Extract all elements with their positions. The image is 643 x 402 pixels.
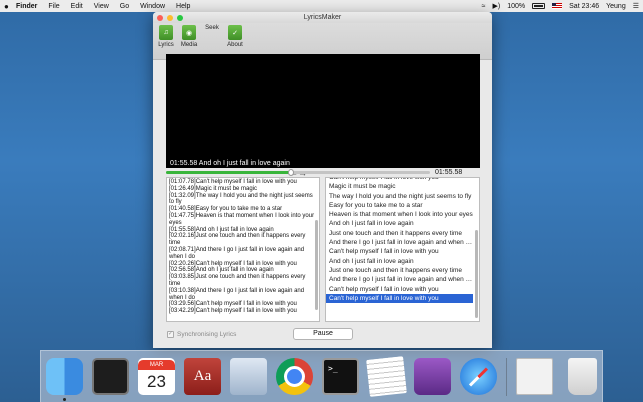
lyric-list-item[interactable]: Magic it must be magic: [326, 182, 473, 191]
lyrics-text-line: [01:40.58]Easy for you to take me to a s…: [169, 206, 283, 213]
menu-window[interactable]: Window: [140, 3, 165, 10]
lyric-list-item[interactable]: The way I hold you and the night just se…: [326, 192, 473, 201]
lyrics-text-line: [01:32.09]The way I hold you and the nig…: [169, 192, 313, 206]
lyrics-doc-icon: ♫: [159, 25, 173, 40]
battery-percent[interactable]: 100%: [507, 3, 525, 10]
lyric-list-scrollbar-thumb[interactable]: [475, 230, 478, 318]
lyric-list-item[interactable]: Can't help myself I fall in love with yo…: [326, 285, 473, 294]
toolbar-media-label: Media: [180, 42, 198, 48]
calendar-month: MAR: [138, 359, 175, 370]
lyricsmaker-window: LyricsMaker ♫ Lyrics ◉ Media ←→ Seek ✓ A…: [153, 12, 492, 348]
menu-bar: ● Finder File Edit View Go Window Help ≈…: [0, 0, 643, 12]
lyrics-text-line: [02:20.26]Can't help myself I fall in lo…: [169, 260, 297, 267]
toolbar-seek-label: Seek: [205, 25, 219, 31]
lyric-list-item[interactable]: Just one touch and then it happens every…: [326, 229, 473, 238]
running-indicator: [63, 398, 66, 401]
screenshot-doc-icon[interactable]: [516, 358, 553, 395]
window-title: LyricsMaker: [303, 14, 342, 21]
volume-icon[interactable]: ▶): [493, 2, 501, 10]
lyric-list-item[interactable]: Easy for you to take me to a star: [326, 201, 473, 210]
lyrics-text-line: [01:07.78]Can't help myself I fall in lo…: [169, 179, 297, 185]
user-name[interactable]: Yeung: [606, 3, 626, 10]
menu-view[interactable]: View: [94, 3, 109, 10]
lyric-list-item[interactable]: Can't help myself I fall in love with yo…: [326, 293, 473, 304]
lyrics-text-line: [01:26.49]Magic it must be magic: [169, 185, 258, 192]
safari-icon[interactable]: [460, 358, 497, 395]
menu-file[interactable]: File: [48, 3, 59, 10]
chrome-icon[interactable]: [276, 358, 313, 395]
pause-button[interactable]: Pause: [293, 328, 353, 340]
about-icon: ✓: [228, 25, 242, 40]
status-area: ≈ ▶) 100% Sat 23:46 Yeung ☰: [482, 2, 639, 11]
lyric-list-item[interactable]: Can't help myself I fall in love with yo…: [326, 247, 473, 256]
activity-monitor-icon[interactable]: [92, 358, 129, 395]
lyrics-text-line: [02:02.16]Just one touch and then it hap…: [169, 233, 306, 247]
wifi-icon[interactable]: ≈: [482, 3, 486, 10]
xcode-icon[interactable]: [414, 358, 451, 395]
sync-label: Synchronising Lyrics: [177, 331, 237, 338]
lyric-list-item[interactable]: And there I go I just fall in love again…: [326, 238, 473, 247]
video-caption: 01:55.58 And oh I just fall in love agai…: [170, 160, 290, 167]
menu-help[interactable]: Help: [176, 3, 190, 10]
input-source-flag-icon[interactable]: [552, 3, 563, 9]
lyrics-text-line: [01:47.75]Heaven is that moment when I l…: [169, 212, 315, 226]
trash-icon[interactable]: [568, 358, 597, 395]
lyrics-text-line: [03:42.29]Can't help myself I fall in lo…: [169, 308, 297, 315]
lyric-list[interactable]: Can't help myself I fall in love with yo…: [325, 177, 480, 322]
finder-icon[interactable]: [46, 358, 83, 401]
calendar-day: 23: [147, 371, 166, 391]
toolbar-about-label: About: [227, 42, 243, 48]
menu-finder[interactable]: Finder: [16, 3, 37, 10]
dock: MAR 23 Aa >_: [40, 350, 603, 402]
lyrics-text-line: [02:08.71]And there I go I just fall in …: [169, 246, 305, 260]
lyrics-text-line: [02:56.58]And oh I just fall in love aga…: [169, 267, 274, 274]
dictionary-icon[interactable]: Aa: [184, 358, 221, 395]
toolbar-lyrics-label: Lyrics: [158, 42, 174, 48]
menu-go[interactable]: Go: [120, 3, 129, 10]
lyrics-text-line: [03:29.56]Can't help myself I fall in lo…: [169, 301, 297, 308]
lyric-list-item[interactable]: And oh I just fall in love again: [326, 257, 473, 266]
lyrics-scrollbar-thumb[interactable]: [315, 220, 318, 310]
lyrics-text-editor[interactable]: [01:07.78]Can't help myself I fall in lo…: [166, 177, 320, 322]
sync-checkbox[interactable]: ✓: [167, 331, 174, 338]
lyric-list-item[interactable]: Heaven is that moment when I look into y…: [326, 210, 473, 219]
lyric-list-items: Can't help myself I fall in love with yo…: [326, 178, 479, 304]
preview-icon[interactable]: [230, 358, 267, 395]
seek-bar-fill: [166, 171, 292, 174]
clock[interactable]: Sat 23:46: [569, 3, 599, 10]
lyrics-scrollbar[interactable]: [315, 180, 318, 319]
dock-separator: [506, 357, 507, 396]
battery-icon[interactable]: [532, 3, 546, 9]
textedit-icon[interactable]: [366, 356, 407, 397]
terminal-icon[interactable]: >_: [322, 358, 359, 395]
lyric-list-scrollbar[interactable]: [475, 180, 478, 319]
menu-edit[interactable]: Edit: [71, 3, 83, 10]
terminal-prompt: >_: [328, 364, 338, 373]
lyrics-text-line: [03:03.85]Just one touch and then it hap…: [169, 274, 306, 287]
lyric-list-item[interactable]: Just one touch and then it happens every…: [326, 266, 473, 275]
lyric-list-item[interactable]: And there I go I just fall in love again…: [326, 275, 473, 284]
title-bar[interactable]: LyricsMaker: [153, 12, 492, 23]
lyric-list-item[interactable]: And oh I just fall in love again: [326, 219, 473, 228]
sync-lyrics-toggle[interactable]: ✓ Synchronising Lyrics: [167, 331, 236, 338]
seek-bar[interactable]: [166, 169, 430, 176]
lyrics-text-line: [01:55.58]And oh I just fall in love aga…: [169, 226, 274, 233]
video-player[interactable]: 01:55.58 And oh I just fall in love agai…: [166, 54, 480, 168]
apple-menu-icon[interactable]: ●: [4, 2, 16, 11]
media-icon: ◉: [182, 25, 196, 40]
seek-time: 01:55.58: [435, 169, 463, 176]
calendar-icon[interactable]: MAR 23: [138, 358, 175, 395]
notification-center-icon[interactable]: ☰: [633, 2, 639, 10]
lyrics-text-line: [03:10.38]And there I go I just fall in …: [169, 287, 305, 301]
lyrics-text-content[interactable]: [01:07.78]Can't help myself I fall in lo…: [169, 179, 318, 315]
dictionary-glyph: Aa: [193, 368, 212, 384]
